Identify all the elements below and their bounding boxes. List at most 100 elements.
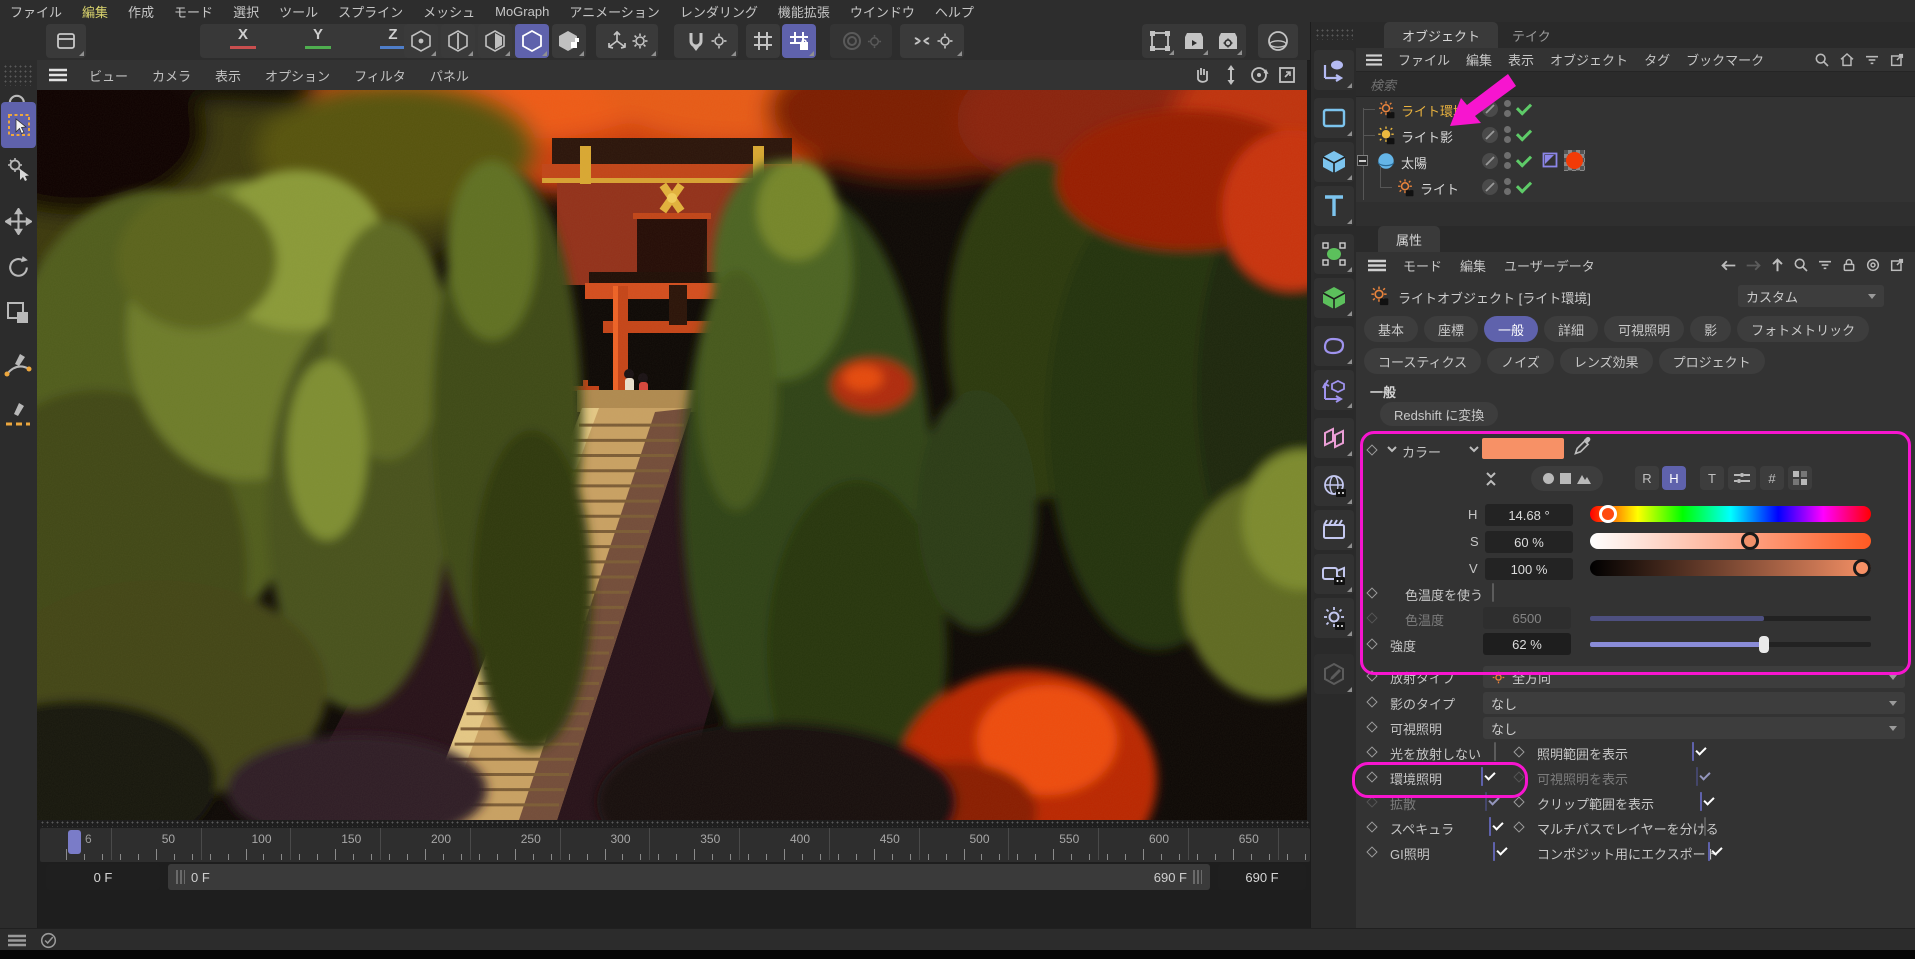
vp-menu-options[interactable]: オプション [253,66,342,85]
visibility-dots-icon[interactable] [1504,151,1512,171]
camera-icon[interactable] [1314,554,1354,594]
tab-photometric[interactable]: フォトメトリック [1737,316,1869,342]
enable-toggle-icon[interactable] [1482,179,1498,195]
snap-magnet-icon[interactable] [674,24,738,58]
up-arrow-icon[interactable] [1770,257,1785,273]
axis-x-lock[interactable]: X [221,26,265,56]
om-menu-view[interactable]: 表示 [1500,50,1542,69]
export-compositing-checkbox[interactable] [1708,842,1710,861]
mode-model-icon[interactable] [515,24,549,58]
subdivision-icon[interactable] [1314,234,1354,274]
intensity-field[interactable]: 62 % [1483,633,1571,655]
picker-shape-group[interactable] [1531,466,1603,491]
enabled-check-icon[interactable] [1516,177,1532,193]
tab-details[interactable]: 詳細 [1544,316,1598,342]
motext-icon[interactable] [1314,186,1354,226]
render-settings-icon[interactable] [1212,25,1244,57]
scale-icon[interactable] [5,300,31,326]
layer-flag-tag[interactable] [1542,152,1559,169]
playhead[interactable] [68,830,81,854]
live-selection-tool[interactable] [1,102,36,148]
v-value-field[interactable]: 100 % [1485,558,1573,580]
menu-window[interactable]: ウインドウ [840,2,925,21]
no-light-radiation-checkbox[interactable] [1494,742,1496,761]
tab-noise[interactable]: ノイズ [1487,348,1554,374]
render-sphere-icon[interactable] [1258,24,1298,58]
mograph-icon[interactable] [1314,418,1354,458]
menu-spline[interactable]: スプライン [328,2,413,21]
om-menu-objects[interactable]: オブジェクト [1542,50,1636,69]
om-menu-edit[interactable]: 編集 [1458,50,1500,69]
enabled-check-icon[interactable] [1516,99,1532,115]
collapse-toggle-icon[interactable] [1357,155,1368,166]
tab-takes[interactable]: テイク [1494,22,1569,48]
object-search-input[interactable]: 検索 [1356,71,1915,97]
anim-dot[interactable] [1366,587,1377,598]
separate-multipass-checkbox[interactable] [1704,817,1706,836]
maximize-icon[interactable] [1277,65,1297,85]
anim-dot[interactable] [1366,670,1377,681]
end-frame-field[interactable]: 690 F [1218,864,1306,890]
spline-sketch-icon[interactable] [4,400,32,430]
enabled-check-icon[interactable] [1516,151,1532,167]
vp-menu-display[interactable]: 表示 [203,66,253,85]
current-frame-field[interactable]: 0 F [46,864,160,890]
lock-icon[interactable] [1841,257,1857,273]
menu-edit[interactable]: 編集 [72,2,118,21]
filter-icon[interactable] [1864,52,1880,68]
attr-menu-mode[interactable]: モード [1394,256,1451,275]
mode-point-icon[interactable] [404,24,438,58]
anim-dot[interactable] [1366,696,1377,707]
tab-attributes[interactable]: 属性 [1378,226,1440,252]
om-menu-file[interactable]: ファイル [1390,50,1458,69]
hue-slider[interactable] [1590,506,1871,522]
menu-mograph[interactable]: MoGraph [485,4,559,19]
object-row-light-child[interactable]: ライト [1356,174,1915,200]
material-tag-orange[interactable] [1564,150,1585,171]
cube-primitive-icon[interactable] [1314,142,1354,182]
menu-extensions[interactable]: 機能拡張 [768,2,840,21]
render-region-icon[interactable] [1144,25,1176,57]
gi-illumination-checkbox[interactable] [1493,842,1495,861]
mode-edge-icon[interactable] [441,24,475,58]
swatches-icon[interactable] [1788,466,1812,490]
anim-dot[interactable] [1366,721,1377,732]
axis-gizmo-icon[interactable] [596,24,658,58]
pan-hand-icon[interactable] [1193,65,1213,85]
specular-checkbox[interactable] [1489,817,1491,836]
object-row-sun[interactable]: 太陽 [1356,148,1915,174]
tab-coord[interactable]: 座標 [1424,316,1478,342]
attr-menu-userdata[interactable]: ユーザーデータ [1495,256,1604,275]
attr-menu-icon[interactable] [1356,259,1394,272]
hex-button[interactable]: # [1760,466,1784,490]
menu-help[interactable]: ヘルプ [925,2,984,21]
light-icon[interactable] [1314,598,1354,638]
menu-select[interactable]: 選択 [223,2,269,21]
shadow-type-dropdown[interactable]: なし [1483,692,1905,714]
tab-project[interactable]: プロジェクト [1659,348,1765,374]
search-icon[interactable] [1793,257,1809,273]
symmetry-butterfly-icon[interactable] [900,24,964,58]
drag-handle[interactable] [3,64,33,86]
range-handle-left[interactable] [176,870,185,884]
popout-icon[interactable] [1889,257,1905,273]
color-swatch[interactable] [1482,438,1564,459]
viewport-menu-icon[interactable] [37,68,77,82]
volume-icon[interactable] [1314,326,1354,366]
tab-basic[interactable]: 基本 [1364,316,1418,342]
visibility-dots-icon[interactable] [1504,99,1512,119]
range-slider[interactable]: 0 F 690 F [168,864,1210,890]
home-icon[interactable] [1839,52,1855,68]
axis-y-lock[interactable]: Y [296,26,340,56]
scene-3d-view[interactable] [37,90,1307,820]
object-row-light-env[interactable]: ライト環境 [1356,96,1915,122]
s-value-field[interactable]: 60 % [1485,531,1573,553]
mode-axis-icon[interactable] [552,24,586,58]
visibility-dots-icon[interactable] [1504,177,1512,197]
spline-pen-icon[interactable] [4,352,32,382]
dolly-icon[interactable] [1221,65,1241,85]
enabled-check-icon[interactable] [1516,125,1532,141]
filter-icon[interactable] [1817,257,1833,273]
workplane-icon[interactable] [46,24,86,58]
chevron-down-icon[interactable] [1468,443,1480,455]
